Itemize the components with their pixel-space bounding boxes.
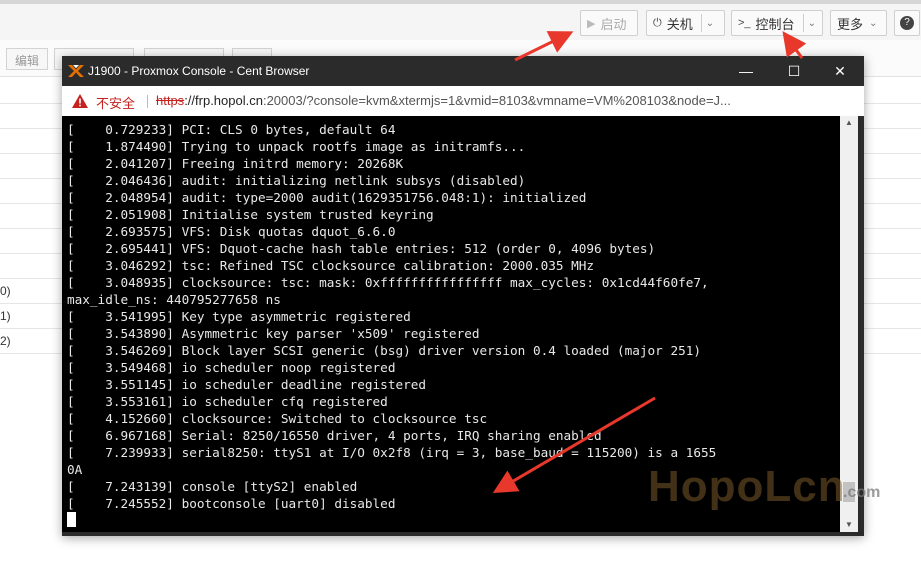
terminal-line: [ 3.551145] io scheduler deadline regist… bbox=[67, 377, 427, 392]
terminal-line: [ 3.046292] tsc: Refined TSC clocksource… bbox=[67, 258, 595, 273]
close-button[interactable]: ✕ bbox=[818, 56, 862, 86]
close-icon: ✕ bbox=[834, 62, 846, 79]
shutdown-button-label: 关机 bbox=[666, 16, 693, 32]
help-icon: ? bbox=[900, 16, 914, 30]
terminal-line: [ 3.543890] Asymmetric key parser 'x509'… bbox=[67, 326, 480, 341]
url-host: ://frp.hopol.cn bbox=[184, 93, 263, 108]
table-row[interactable]: 0) bbox=[0, 284, 11, 298]
terminal-line: [ 2.048954] audit: type=2000 audit(16293… bbox=[67, 190, 587, 205]
edit-button[interactable]: 编辑 bbox=[6, 48, 49, 70]
terminal-line: [ 3.549468] io scheduler noop registered bbox=[67, 360, 396, 375]
power-icon: ⏻ bbox=[653, 16, 662, 29]
console-button-label: 控制台 bbox=[755, 16, 795, 32]
proxmox-logo-icon bbox=[68, 65, 84, 77]
terminal-line: [ 2.693575] VFS: Disk quotas dquot_6.6.0 bbox=[67, 224, 396, 239]
table-row[interactable]: 2) bbox=[0, 334, 11, 348]
shutdown-button[interactable]: ⏻ 关机 ⌄ bbox=[646, 10, 725, 36]
start-button-label: 启动 bbox=[600, 16, 627, 32]
terminal-line: [ 7.243139] console [ttyS2] enabled bbox=[67, 479, 358, 494]
terminal-line: [ 7.245552] bootconsole [uart0] disabled bbox=[67, 496, 396, 511]
terminal-line: [ 2.051908] Initialise system trusted ke… bbox=[67, 207, 434, 222]
url-scheme: https bbox=[156, 93, 185, 108]
scroll-up-icon[interactable]: ▲ bbox=[840, 116, 858, 130]
chevron-down-icon[interactable]: ⌄ bbox=[706, 18, 714, 29]
help-button[interactable]: ? bbox=[894, 10, 920, 36]
terminal-line: [ 3.553161] io scheduler cfq registered bbox=[67, 394, 388, 409]
terminal-prompt-icon: >_ bbox=[738, 17, 751, 29]
terminal-line: [ 3.541995] Key type asymmetric register… bbox=[67, 309, 411, 324]
terminal-line: [ 2.041207] Freeing initrd memory: 20268… bbox=[67, 156, 404, 171]
terminal-line: [ 1.874490] Trying to unpack rootfs imag… bbox=[67, 139, 526, 154]
url-path: :20003/?console=kvm&xtermjs=1&vmid=8103&… bbox=[262, 93, 731, 108]
terminal-line: [ 4.152660] clocksource: Switched to clo… bbox=[67, 411, 488, 426]
table-row[interactable]: 1) bbox=[0, 309, 11, 323]
terminal-line: [ 3.048935] clocksource: tsc: mask: 0xff… bbox=[67, 275, 709, 290]
terminal-cursor bbox=[67, 512, 76, 527]
more-button-label: 更多 bbox=[837, 16, 864, 32]
minimize-button[interactable]: — bbox=[724, 56, 768, 86]
terminal-output: [ 0.729233] PCI: CLS 0 bytes, default 64… bbox=[67, 121, 716, 512]
watermark-logo: HopoLcn bbox=[648, 462, 846, 511]
terminal-line: [ 2.046436] audit: initializing netlink … bbox=[67, 173, 526, 188]
play-icon: ▶ bbox=[587, 17, 596, 30]
warning-icon[interactable] bbox=[72, 94, 88, 108]
minimize-icon: — bbox=[739, 63, 753, 79]
window-titlebar[interactable]: J1900 - Proxmox Console - Cent Browser —… bbox=[62, 56, 864, 86]
more-button[interactable]: 更多 ⌄ bbox=[830, 10, 887, 36]
address-bar[interactable]: 不安全 https://frp.hopol.cn:20003/?console=… bbox=[62, 86, 864, 116]
terminal-line: [ 7.239933] serial8250: ttyS1 at I/O 0x2… bbox=[67, 445, 717, 460]
console-button[interactable]: >_ 控制台 ⌄ bbox=[731, 10, 823, 36]
terminal-line: max_idle_ns: 440795277658 ns bbox=[67, 292, 281, 307]
pve-top-toolbar: ▶ 启动 ⏻ 关机 ⌄ >_ 控制台 ⌄ 更多 ⌄ ? bbox=[0, 0, 921, 40]
maximize-button[interactable]: ☐ bbox=[772, 56, 816, 86]
terminal-line: [ 0.729233] PCI: CLS 0 bytes, default 64 bbox=[67, 122, 396, 137]
start-button[interactable]: ▶ 启动 bbox=[580, 10, 638, 36]
window-title: J1900 - Proxmox Console - Cent Browser bbox=[88, 64, 310, 78]
chevron-down-icon: ⌄ bbox=[869, 17, 878, 29]
terminal-line: [ 2.695441] VFS: Dquot-cache hash table … bbox=[67, 241, 656, 256]
maximize-icon: ☐ bbox=[787, 62, 801, 79]
url-text[interactable]: https://frp.hopol.cn:20003/?console=kvm&… bbox=[156, 93, 731, 108]
terminal-line: [ 6.967168] Serial: 8250/16550 driver, 4… bbox=[67, 428, 602, 443]
chevron-down-icon[interactable]: ⌄ bbox=[808, 18, 816, 29]
terminal-line: [ 3.546269] Block layer SCSI generic (bs… bbox=[67, 343, 701, 358]
scroll-down-icon[interactable]: ▼ bbox=[840, 518, 858, 532]
security-status-label[interactable]: 不安全 bbox=[96, 93, 135, 112]
terminal-line: 0A bbox=[67, 462, 83, 477]
watermark-suffix: .com bbox=[843, 484, 881, 501]
